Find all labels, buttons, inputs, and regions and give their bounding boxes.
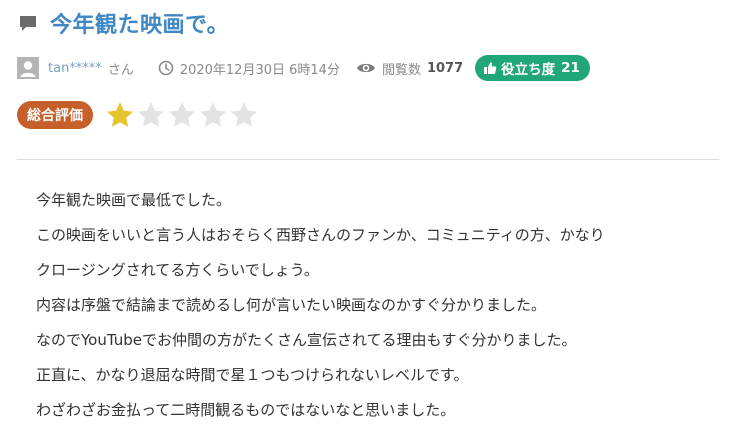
review-meta: tan***** さん 2020年12月30日 6時14分 閲覧数 1077 役… — [17, 53, 590, 83]
star-rating — [105, 100, 260, 130]
views-count: 1077 — [426, 60, 464, 76]
post-date: 2020年12月30日 6時14分 — [179, 62, 340, 78]
review-text-line: 正直に、かなり退屈な時間で星１つもつけられないレベルです。 — [36, 366, 469, 384]
helpful-badge[interactable]: 役立ち度 21 — [475, 55, 590, 81]
review-text-line: 今年観た映画で最低でした。 — [36, 191, 232, 209]
thumbs-up-icon — [483, 61, 497, 75]
review-text-line: クロージングされてる方くらいでしょう。 — [36, 261, 319, 279]
comment-icon — [18, 13, 38, 33]
helpful-label: 役立ち度 — [501, 62, 556, 78]
review-body: 今年観た映画で最低でした。この映画をいいと言う人はおそらく西野さんのファンか、コ… — [36, 183, 726, 428]
star-empty-icon — [136, 100, 166, 130]
views-label: 閲覧数 — [381, 62, 421, 78]
star-empty-icon — [229, 100, 259, 130]
review-text-line: この映画をいいと言う人はおそらく西野さんのファンか、コミュニティの方、かなり — [36, 226, 605, 244]
review-text-line: 内容は序盤で結論まで読めるし何が言いたい映画なのかすぐ分かりました。 — [36, 296, 547, 314]
rating-row: 総合評価 — [17, 99, 260, 131]
review-text-line: なのでYouTubeでお仲間の方がたくさん宣伝されてる理由もすぐ分かりました。 — [36, 331, 577, 349]
review-text-line: わざわざお金払って二時間観るものではないなと思いました。 — [36, 401, 456, 419]
star-empty-icon — [167, 100, 197, 130]
user-honorific: さん — [107, 62, 134, 78]
clock-icon — [158, 60, 174, 76]
helpful-count: 21 — [561, 60, 580, 76]
user-name-link[interactable]: tan***** — [48, 61, 102, 76]
user-avatar-icon — [17, 57, 39, 79]
overall-rating-badge: 総合評価 — [17, 101, 93, 129]
star-filled-icon — [105, 100, 135, 130]
review-title[interactable]: 今年観た映画で。 — [50, 7, 229, 39]
review-title-row: 今年観た映画で。 — [18, 6, 229, 40]
star-empty-icon — [198, 100, 228, 130]
eye-icon — [356, 60, 376, 76]
divider — [17, 159, 719, 160]
